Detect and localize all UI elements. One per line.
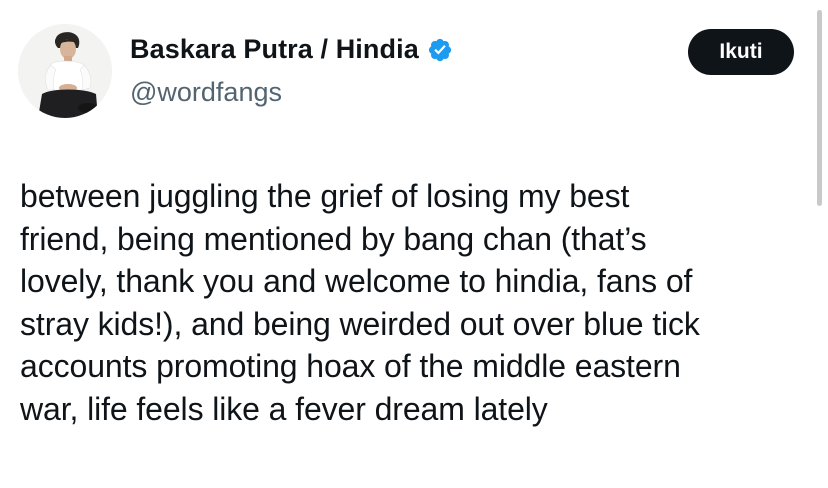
author-name-row: Baskara Putra / Hindia	[130, 34, 453, 65]
author-handle[interactable]: @wordfangs	[130, 77, 282, 108]
avatar-image	[18, 24, 112, 118]
author-display-name[interactable]: Baskara Putra / Hindia	[130, 34, 419, 65]
verified-badge-icon	[427, 37, 453, 63]
scrollbar[interactable]	[817, 10, 822, 206]
avatar[interactable]	[18, 24, 112, 118]
follow-button[interactable]: Ikuti	[688, 29, 794, 75]
tweet-text: between juggling the grief of losing my …	[20, 178, 700, 427]
tweet-card: Baskara Putra / Hindia @wordfangs Ikuti …	[0, 0, 828, 488]
